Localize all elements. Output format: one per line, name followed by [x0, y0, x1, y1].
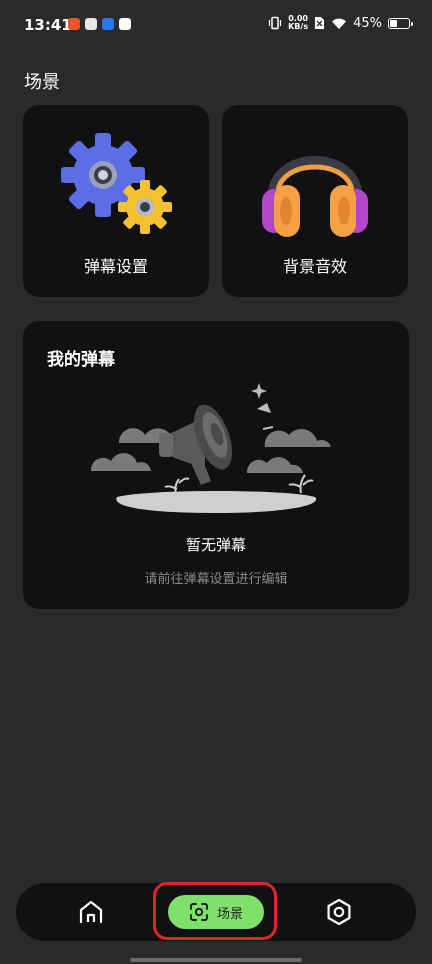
wifi-icon — [332, 18, 347, 29]
my-danmaku-title: 我的弹幕 — [47, 350, 115, 370]
bottom-nav: 场景 — [16, 882, 416, 941]
nav-tab-scene[interactable]: 场景 — [168, 895, 264, 929]
home-indicator — [130, 958, 302, 962]
app-notification-icon — [102, 18, 114, 30]
my-danmaku-card: 我的弹幕 暂无弹幕 请前往弹幕设置进行编辑 — [23, 321, 409, 609]
net-speed: 0.00 KB/s — [288, 15, 308, 31]
empty-state-subtitle: 请前往弹幕设置进行编辑 — [144, 572, 288, 587]
app-notification-icon — [119, 18, 131, 30]
no-sim-icon — [315, 17, 325, 29]
card-label: 背景音效 — [282, 257, 347, 276]
battery-icon — [388, 17, 413, 29]
vibrate-icon — [269, 16, 282, 30]
app-notification-icon — [85, 18, 97, 30]
home-icon[interactable] — [76, 897, 106, 927]
card-label: 弹幕设置 — [83, 257, 148, 276]
gears-icon — [61, 133, 172, 234]
app-notification-icon — [68, 18, 80, 30]
status-bar: 13:41 0.00 KB/s 45% — [0, 0, 432, 52]
danmaku-settings-card[interactable]: 弹幕设置 — [23, 105, 209, 297]
scan-icon — [189, 903, 208, 921]
battery-percent: 45% — [353, 15, 382, 31]
empty-state-illustration — [90, 383, 331, 513]
section-title: 场景 — [24, 72, 60, 93]
headphones-icon — [262, 156, 368, 237]
empty-state-title: 暂无弹幕 — [185, 536, 246, 554]
nav-tab-scene-label: 场景 — [216, 906, 243, 922]
status-right: 0.00 KB/s 45% — [268, 15, 413, 31]
net-speed-unit: KB/s — [288, 22, 309, 31]
status-time: 13:41 — [24, 16, 72, 34]
background-sound-card[interactable]: 背景音效 — [222, 105, 408, 297]
settings-icon[interactable] — [324, 897, 354, 927]
